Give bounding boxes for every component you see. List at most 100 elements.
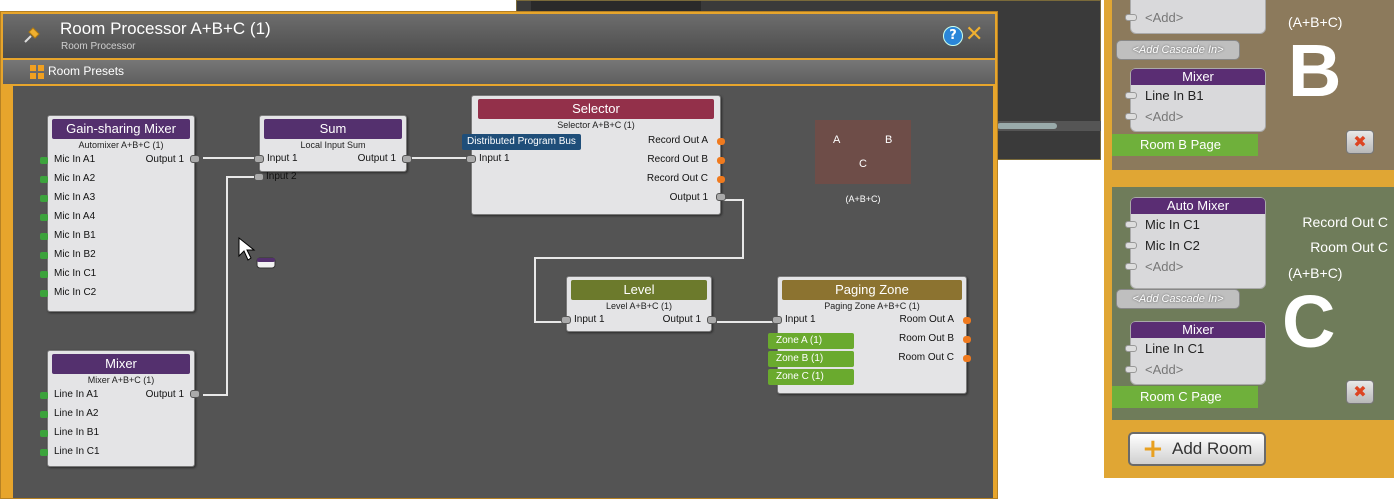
input-pin-icon[interactable] (40, 271, 48, 278)
room-b-add-top[interactable]: <Add> (1125, 7, 1265, 28)
sum-subtitle: Local Input Sum (300, 140, 366, 150)
pushpin-icon (24, 27, 40, 43)
room-layout-map[interactable]: A B C (815, 120, 911, 184)
window-title: Room Processor A+B+C (1) (60, 19, 271, 38)
room-b-delete-icon[interactable]: ✖ (1346, 130, 1374, 154)
level-block[interactable]: Level Level A+B+C (1) Input 1 Output 1 (561, 276, 717, 332)
input-pin-icon[interactable] (40, 392, 48, 399)
room-c-mixer-card: Mixer Line In C1 <Add> (1125, 321, 1266, 385)
paging-subtitle: Paging Zone A+B+C (1) (824, 301, 920, 311)
input-pin-icon[interactable] (254, 173, 264, 181)
close-icon[interactable]: ✕ (965, 22, 983, 47)
output-pin-icon[interactable] (716, 193, 726, 201)
level-subtitle: Level A+B+C (1) (605, 301, 673, 311)
input-pin-icon[interactable] (40, 176, 48, 183)
room-presets-button[interactable]: Room Presets (48, 64, 124, 78)
output-pin-icon[interactable] (707, 316, 717, 324)
input-pin-icon (1125, 221, 1137, 228)
output-pin-icon[interactable] (963, 317, 971, 324)
room-b-mixer-add[interactable]: <Add> (1125, 106, 1265, 127)
input-pin-icon[interactable] (40, 157, 48, 164)
input-pin-icon[interactable] (40, 430, 48, 437)
room-c-automixer-input-1[interactable]: Mic In C1 (1125, 214, 1265, 235)
input-pin-icon[interactable] (40, 252, 48, 259)
input-pin-icon[interactable] (466, 155, 476, 163)
room-c-mixer-add[interactable]: <Add> (1125, 359, 1265, 380)
room-c-record-out[interactable]: Record Out C (1270, 214, 1388, 230)
mixer-block[interactable]: Mixer Mixer A+B+C (1) Line In A1 Line In… (40, 350, 200, 467)
gain-mixer-input-6: Mic In B2 (54, 249, 96, 260)
mixer-subtitle: Mixer A+B+C (1) (87, 375, 155, 385)
mixer-input-4: Line In C1 (54, 446, 100, 457)
output-pin-icon[interactable] (963, 336, 971, 343)
input-pin-icon (1125, 345, 1137, 352)
sum-output: Output 1 (357, 153, 396, 164)
processing-canvas[interactable]: Gain-sharing Mixer Automixer A+B+C (1) M… (13, 86, 993, 498)
output-pin-icon[interactable] (717, 157, 725, 164)
paging-title: Paging Zone (782, 280, 962, 300)
room-c-automixer-input-2[interactable]: Mic In C2 (1125, 235, 1265, 256)
output-pin-icon[interactable] (963, 355, 971, 362)
input-pin-icon[interactable] (40, 233, 48, 240)
room-c-room-out[interactable]: Room Out C (1270, 239, 1388, 255)
distributed-program-bus-tag[interactable]: Distributed Program Bus (462, 134, 581, 150)
input-pin-icon[interactable] (772, 316, 782, 324)
output-pin-icon[interactable] (190, 390, 200, 398)
room-c-delete-icon[interactable]: ✖ (1346, 380, 1374, 404)
room-c: Auto Mixer Mic In C1 Mic In C2 <Add> <Ad… (1112, 187, 1394, 420)
paging-zone-b-tag[interactable]: Zone B (1) (768, 351, 854, 367)
room-c-add-cascade[interactable]: <Add Cascade In> (1116, 289, 1240, 309)
room-panel: <Add> <Add Cascade In> Mixer Line In B1 … (1104, 0, 1394, 478)
window-titlebar[interactable]: Room Processor A+B+C (1) Room Processor … (3, 14, 995, 58)
input-pin-icon[interactable] (40, 449, 48, 456)
input-pin-icon[interactable] (561, 316, 571, 324)
gain-mixer-input-2: Mic In A2 (54, 173, 96, 184)
room-map-label: (A+B+C) (845, 194, 881, 204)
input-pin-icon[interactable] (40, 214, 48, 221)
gain-mixer-input-5: Mic In B1 (54, 230, 96, 241)
help-icon[interactable]: ? (943, 26, 963, 46)
level-output: Output 1 (662, 314, 701, 325)
room-c-mixer-input[interactable]: Line In C1 (1125, 338, 1265, 359)
selector-output-1: Output 1 (669, 192, 708, 203)
room-b-mixer-card: Mixer Line In B1 <Add> (1125, 68, 1266, 132)
input-pin-icon[interactable] (40, 290, 48, 297)
paging-zone-a-tag[interactable]: Zone A (1) (768, 333, 854, 349)
gain-mixer-input-4: Mic In A4 (54, 211, 96, 222)
room-c-automixer-add[interactable]: <Add> (1125, 256, 1265, 277)
output-pin-icon[interactable] (717, 138, 725, 145)
gain-sharing-mixer-block[interactable]: Gain-sharing Mixer Automixer A+B+C (1) M… (40, 115, 200, 312)
room-b-add-cascade[interactable]: <Add Cascade In> (1116, 40, 1240, 60)
presets-grid-icon (30, 65, 44, 79)
room-b-page-button[interactable]: Room B Page (1112, 134, 1258, 156)
output-pin-icon[interactable] (402, 155, 412, 163)
paging-room-out-c: Room Out C (898, 352, 954, 363)
sum-input-2: Input 2 (266, 171, 297, 182)
paging-zone-c-tag[interactable]: Zone C (1) (768, 369, 854, 385)
input-pin-icon[interactable] (254, 155, 264, 163)
selector-record-out-c: Record Out C (646, 173, 708, 184)
paging-zone-block[interactable]: Paging Zone Paging Zone A+B+C (1) Input … (768, 276, 971, 394)
sum-block[interactable]: Sum Local Input Sum Input 1 Output 1 (254, 115, 412, 172)
room-map-a: A (833, 134, 841, 146)
input-pin-icon (1125, 92, 1137, 99)
room-b-mixer-input[interactable]: Line In B1 (1125, 85, 1265, 106)
room-c-mixer-title: Mixer (1131, 322, 1265, 338)
selector-block[interactable]: Selector Selector A+B+C (1) Distributed … (462, 95, 726, 215)
add-room-button[interactable]: + Add Room (1128, 432, 1266, 466)
room-c-page-button[interactable]: Room C Page (1112, 386, 1258, 408)
background-scrollbar-thumb[interactable] (997, 123, 1057, 129)
room-map-c: C (859, 158, 867, 170)
room-b-letter: B (1288, 29, 1342, 112)
selector-input-1: Input 1 (479, 153, 510, 164)
paging-input: Input 1 (785, 314, 816, 325)
input-pin-icon (1125, 14, 1137, 21)
output-pin-icon[interactable] (190, 155, 200, 163)
room-c-automixer-title: Auto Mixer (1131, 198, 1265, 214)
output-pin-icon[interactable] (717, 176, 725, 183)
paging-room-out-b: Room Out B (898, 333, 954, 344)
input-pin-icon[interactable] (40, 411, 48, 418)
gain-mixer-output: Output 1 (145, 154, 184, 165)
input-pin-icon[interactable] (40, 195, 48, 202)
plus-icon: + (1142, 434, 1164, 464)
